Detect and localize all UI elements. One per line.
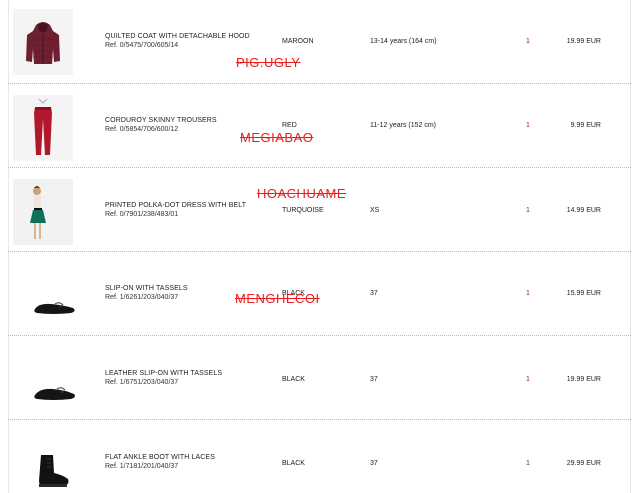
product-ref: Ref. 1/7181/201/040/37 [105, 463, 179, 470]
table-row: CORDUROY SKINNY TROUSERS Ref. 0/5854/706… [8, 84, 631, 168]
product-name[interactable]: CORDUROY SKINNY TROUSERS [105, 117, 217, 124]
product-quantity[interactable]: 1 [526, 290, 530, 297]
product-name[interactable]: PRINTED POLKA-DOT DRESS WITH BELT [105, 202, 246, 209]
table-row: QUILTED COAT WITH DETACHABLE HOOD Ref. 0… [8, 0, 631, 84]
product-color: TURQUOISE [282, 207, 324, 214]
product-name[interactable]: QUILTED COAT WITH DETACHABLE HOOD [105, 33, 250, 40]
product-price: 19.99 EUR [566, 38, 601, 45]
overlay-text: PIG.UGLY [236, 55, 301, 70]
product-ref: Ref. 1/6751/203/040/37 [105, 379, 179, 386]
product-ref: Ref. 0/7901/238/483/01 [105, 211, 179, 218]
product-quantity[interactable]: 1 [526, 122, 530, 129]
black-leather-slip-on-icon[interactable] [13, 345, 93, 411]
table-row: FLAT ANKLE BOOT WITH LACES Ref. 1/7181/2… [8, 420, 631, 493]
product-quantity[interactable]: 1 [526, 38, 530, 45]
overlay-text: MEGIABAO [240, 130, 314, 145]
overlay-text: MENGHECOI [235, 291, 320, 306]
product-ref: Ref. 0/5854/706/600/12 [105, 126, 179, 133]
polka-dot-dress-model-icon[interactable] [13, 179, 73, 245]
product-ref: Ref. 0/5475/700/605/14 [105, 42, 179, 49]
product-ref: Ref. 1/6261/203/040/37 [105, 294, 179, 301]
overlay-text: HOACHUAME [257, 186, 347, 201]
product-quantity[interactable]: 1 [526, 460, 530, 467]
product-price: 9.99 EUR [570, 122, 601, 129]
product-name[interactable]: FLAT ANKLE BOOT WITH LACES [105, 454, 215, 461]
product-quantity[interactable]: 1 [526, 376, 530, 383]
black-slip-on-shoe-icon[interactable] [13, 261, 93, 327]
table-row: PRINTED POLKA-DOT DRESS WITH BELT Ref. 0… [8, 168, 631, 252]
product-size: 11-12 years (152 cm) [370, 122, 437, 129]
order-items-page: QUILTED COAT WITH DETACHABLE HOOD Ref. 0… [0, 0, 639, 493]
product-size: 13-14 years (164 cm) [370, 38, 437, 45]
product-color: RED [282, 122, 297, 129]
product-size: 37 [370, 376, 378, 383]
product-color: BLACK [282, 376, 305, 383]
product-color: MAROON [282, 38, 314, 45]
product-price: 19.99 EUR [566, 376, 601, 383]
black-ankle-boot-icon[interactable] [13, 429, 93, 493]
product-size: 37 [370, 460, 378, 467]
maroon-quilted-coat-icon[interactable] [13, 9, 73, 75]
red-trousers-icon[interactable] [13, 95, 73, 161]
product-name[interactable]: LEATHER SLIP-ON WITH TASSELS [105, 370, 222, 377]
product-name[interactable]: SLIP-ON WITH TASSELS [105, 285, 188, 292]
product-price: 29.99 EUR [566, 460, 601, 467]
table-row: LEATHER SLIP-ON WITH TASSELS Ref. 1/6751… [8, 336, 631, 420]
product-price: 15.99 EUR [566, 290, 601, 297]
product-size: 37 [370, 290, 378, 297]
product-size: XS [370, 207, 380, 214]
product-quantity[interactable]: 1 [526, 207, 530, 214]
product-price: 14.99 EUR [566, 207, 601, 214]
product-color: BLACK [282, 460, 305, 467]
